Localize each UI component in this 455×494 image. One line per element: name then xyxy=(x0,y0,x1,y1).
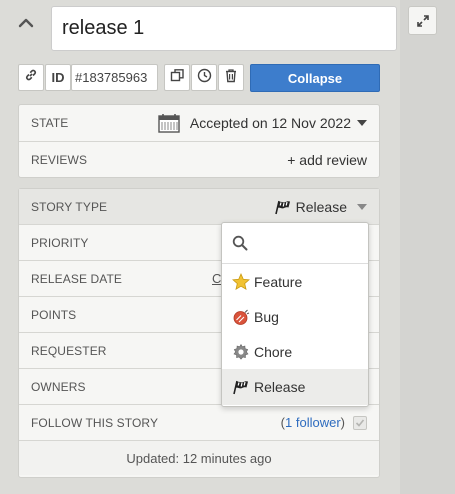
story-type-menu: Feature Bug Chore Release xyxy=(221,222,369,407)
state-label: STATE xyxy=(31,116,69,130)
follow-close-paren: ) xyxy=(340,415,345,430)
delete-button[interactable] xyxy=(218,64,244,91)
story-type-option-feature[interactable]: Feature xyxy=(222,264,368,299)
story-type-value: Release xyxy=(295,198,347,215)
history-button[interactable] xyxy=(191,64,217,91)
owners-label: OWNERS xyxy=(31,379,86,394)
expand-icon xyxy=(416,14,430,28)
story-type-option-release[interactable]: Release xyxy=(222,369,368,405)
reviews-label: REVIEWS xyxy=(31,152,88,167)
release-date-label: RELEASE DATE xyxy=(31,271,123,286)
trash-icon xyxy=(224,68,238,88)
clone-icon xyxy=(170,68,185,88)
option-label: Release xyxy=(254,379,306,395)
search-icon xyxy=(232,235,248,251)
reviews-row: REVIEWS + add review xyxy=(19,142,379,177)
copy-link-button[interactable] xyxy=(18,64,44,91)
caret-down-icon xyxy=(357,120,367,126)
story-panel: release 1 ID #183785963 Collapse STATE A… xyxy=(0,0,400,494)
link-icon xyxy=(24,68,38,87)
follow-checkbox[interactable] xyxy=(353,415,367,430)
priority-label: PRIORITY xyxy=(31,235,89,250)
story-id-field[interactable]: #183785963 xyxy=(71,64,158,91)
story-type-option-bug[interactable]: Bug xyxy=(222,299,368,334)
story-title-input[interactable]: release 1 xyxy=(51,6,397,51)
clone-story-button[interactable] xyxy=(164,64,190,91)
requester-label: REQUESTER xyxy=(31,343,107,358)
state-value: Accepted on 12 Nov 2022 xyxy=(189,115,351,131)
state-row: STATE Accepted on 12 Nov 2022 xyxy=(19,105,379,142)
followers-link[interactable]: 1 follower xyxy=(285,415,341,430)
option-label: Bug xyxy=(254,308,279,325)
chevron-up-icon[interactable] xyxy=(14,12,38,36)
release-date-value[interactable]: C xyxy=(212,271,221,286)
points-label: POINTS xyxy=(31,307,77,322)
add-review-link[interactable]: + add review xyxy=(287,152,367,168)
follow-label: FOLLOW THIS STORY xyxy=(31,415,159,430)
updated-timestamp: Updated: 12 minutes ago xyxy=(19,441,379,475)
follow-value: ( 1 follower ) xyxy=(281,415,367,430)
follow-row: FOLLOW THIS STORY ( 1 follower ) xyxy=(19,405,379,441)
story-type-dropdown[interactable]: Release xyxy=(274,199,367,215)
story-type-search[interactable] xyxy=(222,223,368,264)
option-label: Feature xyxy=(254,273,303,290)
calendar-icon xyxy=(158,113,180,133)
gear-icon xyxy=(231,342,251,362)
flag-icon xyxy=(231,377,251,397)
state-dropdown[interactable]: Accepted on 12 Nov 2022 xyxy=(158,113,367,133)
star-icon xyxy=(231,272,251,292)
check-icon xyxy=(355,418,365,427)
maximize-button[interactable] xyxy=(408,6,437,35)
story-type-option-chore[interactable]: Chore xyxy=(222,334,368,369)
caret-down-icon xyxy=(357,203,367,210)
story-type-row: STORY TYPE Release xyxy=(19,189,379,225)
collapse-button[interactable]: Collapse xyxy=(250,64,380,92)
option-label: Chore xyxy=(254,343,293,360)
flag-icon xyxy=(274,199,292,215)
story-type-label: STORY TYPE xyxy=(31,199,108,214)
copy-id-button[interactable]: ID xyxy=(45,64,71,91)
clock-icon xyxy=(197,68,212,88)
state-reviews-card: STATE Accepted on 12 Nov 2022 REVIEWS + … xyxy=(18,104,380,178)
bug-icon xyxy=(231,307,251,327)
